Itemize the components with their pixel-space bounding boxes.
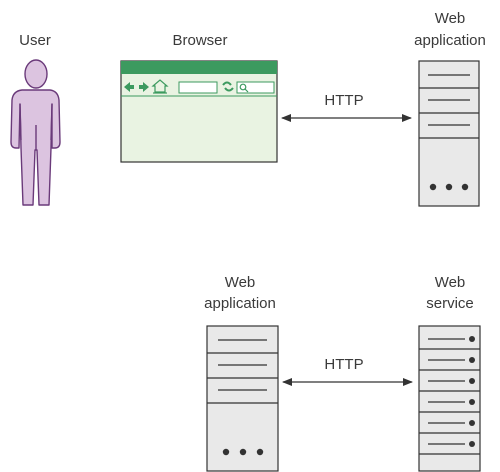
user-figure-icon <box>10 59 61 206</box>
server-icon <box>206 325 279 472</box>
address-bar[interactable] <box>178 81 218 94</box>
browser-title-bar <box>121 61 277 74</box>
browser-window-icon <box>120 60 278 163</box>
server-icon <box>418 60 480 207</box>
architecture-diagram <box>10 59 481 472</box>
server-icon <box>418 325 481 472</box>
